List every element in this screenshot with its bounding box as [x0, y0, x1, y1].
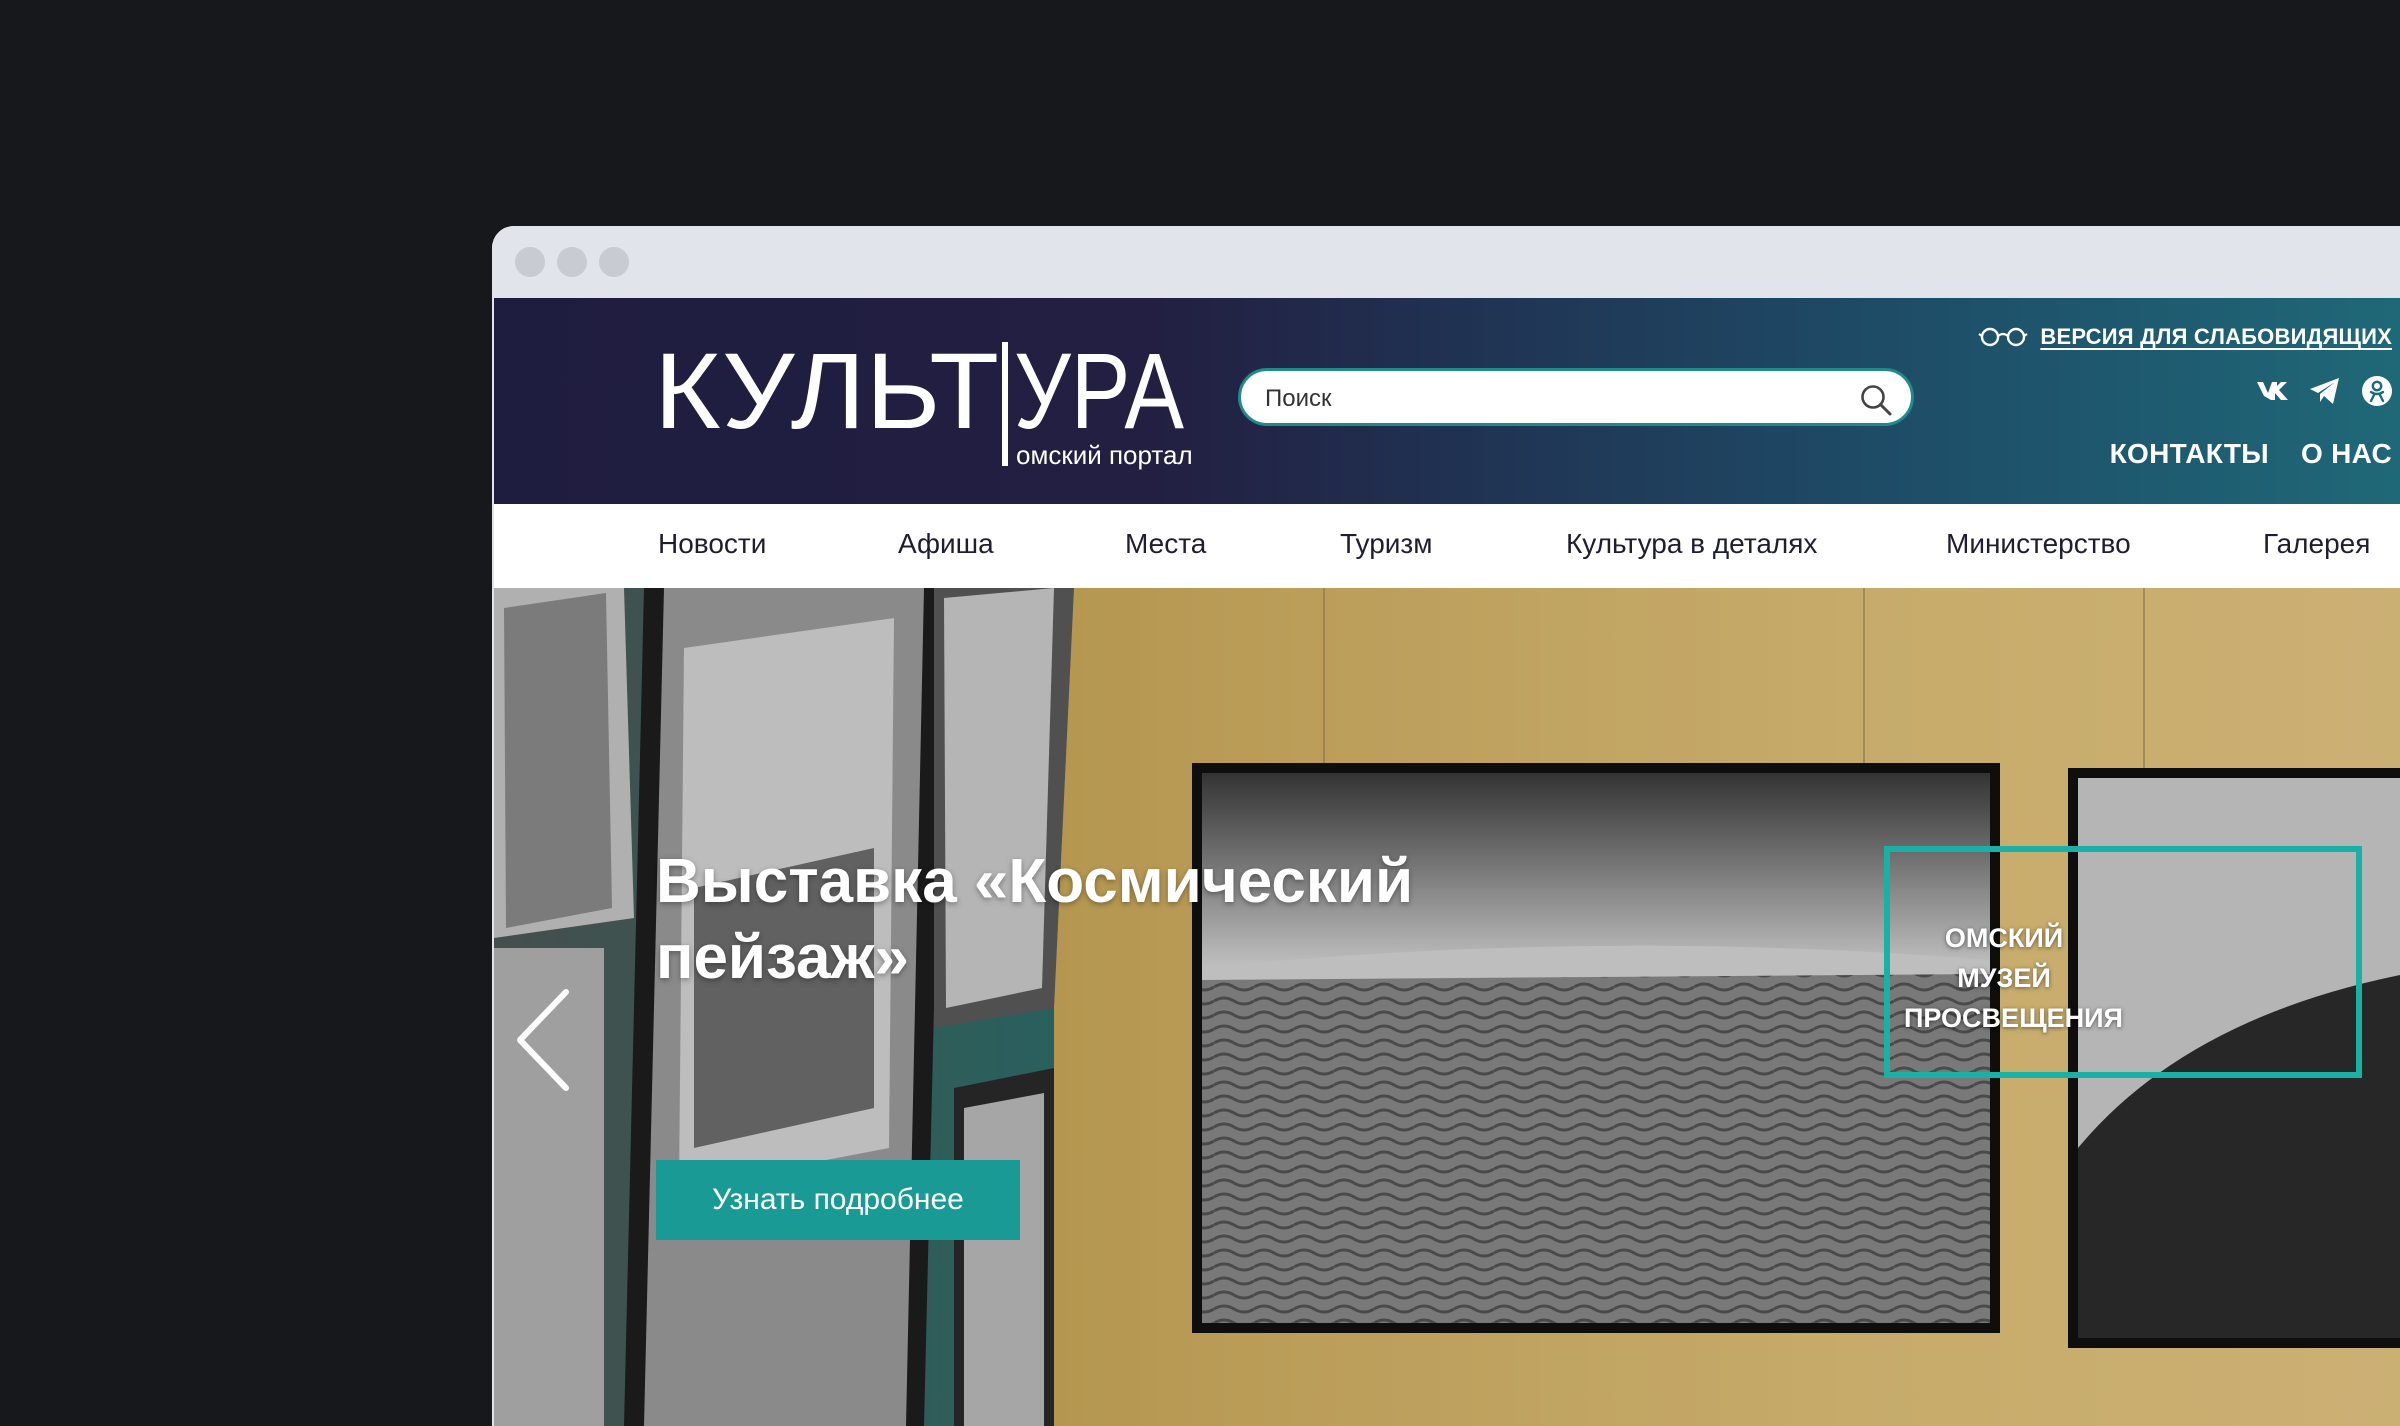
- svg-text:УРА: УРА: [1014, 332, 1184, 451]
- glasses-icon: [1978, 327, 2028, 347]
- search-icon[interactable]: [1859, 383, 1893, 417]
- accessibility-link[interactable]: ВЕРСИЯ ДЛЯ СЛАБОВИДЯЩИХ: [1978, 322, 2392, 352]
- window-minimize-button[interactable]: [557, 247, 587, 277]
- nav-item-ministry[interactable]: Министерство: [1946, 528, 2131, 560]
- vk-icon[interactable]: [2256, 374, 2290, 408]
- chevron-left-icon[interactable]: [514, 988, 574, 1092]
- social-links: [2256, 374, 2394, 408]
- hero-title: Выставка «Космический пейзаж»: [656, 847, 1414, 992]
- museum-label[interactable]: ОМСКИЙ МУЗЕЙ ПРОСВЕЩЕНИЯ: [1904, 918, 2123, 1038]
- nav-item-afisha[interactable]: Афиша: [898, 528, 994, 560]
- search-box[interactable]: [1238, 368, 1914, 426]
- logo-subtitle: омский портал: [1016, 440, 1193, 470]
- nav-item-tourism[interactable]: Туризм: [1340, 528, 1433, 560]
- about-link[interactable]: О НАС: [2301, 438, 2392, 470]
- window-maximize-button[interactable]: [599, 247, 629, 277]
- hero-slider: Выставка «Космический пейзаж» Узнать под…: [494, 588, 2400, 1426]
- main-nav: Новости Афиша Места Туризм Культура в де…: [494, 504, 2400, 588]
- nav-item-news[interactable]: Новости: [658, 528, 766, 560]
- nav-item-gallery[interactable]: Галерея: [2263, 528, 2370, 560]
- site-logo[interactable]: КУЛЬТ УРА омский портал: [654, 332, 1194, 472]
- header-links: КОНТАКТЫ О НАС: [2110, 438, 2392, 470]
- contacts-link[interactable]: КОНТАКТЫ: [2110, 438, 2269, 470]
- browser-titlebar: [492, 226, 2400, 298]
- learn-more-button[interactable]: Узнать подробнее: [656, 1160, 1020, 1240]
- search-input[interactable]: [1263, 383, 1827, 415]
- window-close-button[interactable]: [515, 247, 545, 277]
- web-page: КУЛЬТ УРА омский портал Поиск ВЕРСИЯ ДЛЯ…: [494, 298, 2400, 1426]
- site-header: КУЛЬТ УРА омский портал Поиск ВЕРСИЯ ДЛЯ…: [494, 298, 2400, 504]
- odnoklassniki-icon[interactable]: [2360, 374, 2394, 408]
- telegram-icon[interactable]: [2308, 374, 2342, 408]
- nav-item-places[interactable]: Места: [1125, 528, 1206, 560]
- nav-item-culture-details[interactable]: Культура в деталях: [1566, 528, 1817, 560]
- browser-window: КУЛЬТ УРА омский портал Поиск ВЕРСИЯ ДЛЯ…: [492, 226, 2400, 1426]
- accessibility-label: ВЕРСИЯ ДЛЯ СЛАБОВИДЯЩИХ: [2040, 324, 2392, 349]
- logo-text: КУЛЬТ: [654, 332, 999, 451]
